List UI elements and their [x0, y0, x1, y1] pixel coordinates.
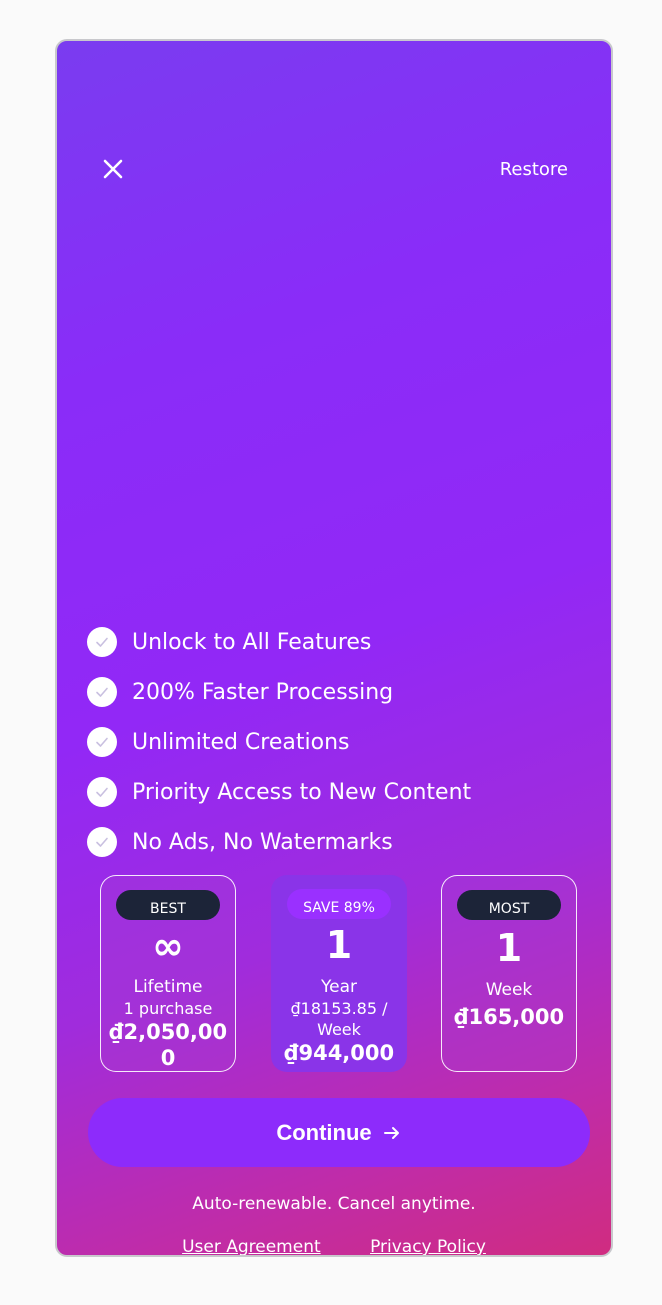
feature-label: Unlimited Creations	[132, 729, 350, 755]
footer-links: User Agreement Privacy Policy	[57, 1237, 611, 1255]
paywall-screen: Restore Unlock to All Features 200% Fast…	[55, 39, 613, 1257]
privacy-policy-link[interactable]: Privacy Policy	[370, 1237, 486, 1255]
continue-label: Continue	[276, 1119, 372, 1145]
plan-price: ₫2,050,000	[108, 1020, 228, 1070]
plan-card-lifetime[interactable]: BEST ∞ Lifetime 1 purchase ₫2,050,000	[100, 875, 236, 1072]
check-icon	[87, 827, 117, 857]
plan-subtitle: ₫18153.85 / Week	[290, 999, 388, 1039]
plan-subtitle: 1 purchase	[123, 999, 213, 1018]
feature-label: Unlock to All Features	[132, 629, 372, 655]
feature-label: No Ads, No Watermarks	[132, 829, 393, 855]
renewal-note: Auto-renewable. Cancel anytime.	[192, 1194, 476, 1214]
check-icon	[87, 777, 117, 807]
plan-price: ₫944,000	[283, 1041, 395, 1065]
check-icon	[87, 627, 117, 657]
plan-card-week[interactable]: MOST 1 Week ₫165,000	[441, 875, 577, 1072]
feature-item: Priority Access to New Content	[87, 767, 471, 817]
plan-card-year[interactable]: SAVE 89% 1 Year ₫18153.85 / Week ₫944,00…	[271, 875, 407, 1072]
plan-count: 1	[325, 923, 353, 967]
plan-badge: BEST	[116, 890, 220, 920]
plan-badge: MOST	[457, 890, 561, 920]
feature-label: Priority Access to New Content	[132, 779, 472, 805]
continue-button[interactable]: Continue	[88, 1098, 590, 1167]
plan-period: Week	[485, 980, 533, 1000]
feature-list: Unlock to All Features 200% Faster Proce…	[87, 617, 471, 867]
plan-period: Year	[321, 977, 357, 997]
restore-button[interactable]: Restore	[500, 159, 568, 180]
feature-item: Unlimited Creations	[87, 717, 471, 767]
feature-item: Unlock to All Features	[87, 617, 471, 667]
check-icon	[87, 727, 117, 757]
plan-badge: SAVE 89%	[287, 889, 391, 919]
plan-price: ₫165,000	[453, 1005, 565, 1029]
infinity-icon: ∞	[152, 924, 184, 968]
user-agreement-link[interactable]: User Agreement	[182, 1237, 321, 1255]
plan-period: Lifetime	[133, 977, 203, 997]
check-icon	[87, 677, 117, 707]
feature-label: 200% Faster Processing	[132, 679, 394, 705]
close-icon	[103, 159, 123, 179]
arrow-right-icon	[382, 1123, 402, 1143]
feature-item: No Ads, No Watermarks	[87, 817, 471, 867]
close-button[interactable]	[101, 157, 125, 181]
plan-count: 1	[495, 926, 523, 970]
feature-item: 200% Faster Processing	[87, 667, 471, 717]
